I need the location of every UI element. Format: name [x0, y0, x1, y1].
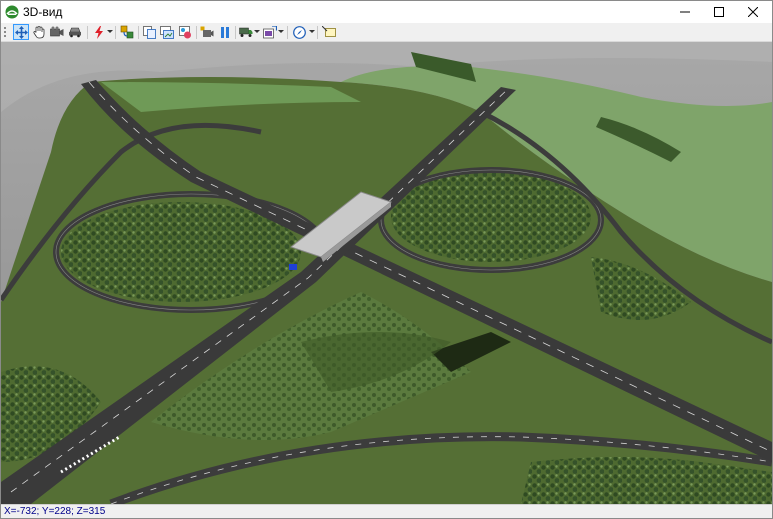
lightning-button[interactable] — [91, 24, 107, 40]
screenshot-icon — [160, 25, 174, 39]
record-icon — [200, 26, 214, 37]
toolbar — [1, 23, 772, 42]
3d-viewport[interactable] — [1, 42, 772, 504]
palette-icon — [178, 25, 191, 38]
export-button[interactable] — [262, 24, 278, 40]
comment-icon — [322, 25, 336, 37]
window-title: 3D-вид — [23, 5, 63, 19]
camera-button[interactable] — [49, 24, 65, 40]
toolbar-separator — [317, 26, 318, 39]
maximize-button[interactable] — [702, 1, 736, 23]
minimize-icon — [680, 11, 690, 13]
export-icon — [263, 25, 277, 38]
pan-button[interactable] — [13, 24, 29, 40]
toolbar-separator — [138, 26, 139, 39]
close-button[interactable] — [736, 1, 770, 23]
comment-button[interactable] — [321, 24, 337, 40]
car-icon — [69, 27, 81, 38]
toolbar-grip[interactable] — [4, 27, 6, 38]
palette-button[interactable] — [177, 24, 193, 40]
3d-view-window: 3D-вид X=-732; Y=228; Z=315 — [0, 0, 773, 519]
camera-icon — [50, 26, 64, 37]
toolbar-separator — [196, 26, 197, 39]
export-dropdown-arrow[interactable] — [278, 30, 284, 33]
record-button[interactable] — [199, 24, 215, 40]
maximize-icon — [714, 7, 724, 17]
compass-dropdown-arrow[interactable] — [309, 30, 315, 33]
car-button[interactable] — [67, 24, 83, 40]
coordinates-readout: X=-732; Y=228; Z=315 — [4, 506, 106, 517]
toolbar-separator — [235, 26, 236, 39]
hand-icon — [33, 25, 45, 38]
loop-forest-right — [391, 172, 591, 262]
route-button[interactable] — [119, 24, 135, 40]
minimize-button[interactable] — [668, 1, 702, 23]
toolbar-separator — [115, 26, 116, 39]
status-bar: X=-732; Y=228; Z=315 — [1, 504, 772, 518]
truck-icon — [239, 27, 253, 37]
pause-icon — [221, 26, 229, 38]
pause-button[interactable] — [217, 24, 233, 40]
compass-icon — [292, 25, 306, 39]
pan-arrows-icon — [14, 25, 28, 39]
lightning-dropdown-arrow[interactable] — [107, 30, 113, 33]
title-bar[interactable]: 3D-вид — [1, 1, 772, 23]
app-icon — [5, 5, 19, 19]
route-icon — [120, 25, 134, 39]
truck-button[interactable] — [238, 24, 254, 40]
close-icon — [748, 7, 758, 17]
vehicle — [289, 264, 297, 270]
copy-view-icon — [142, 25, 156, 39]
screenshot-button[interactable] — [159, 24, 175, 40]
compass-button[interactable] — [291, 24, 307, 40]
truck-dropdown-arrow[interactable] — [254, 30, 260, 33]
hand-button[interactable] — [31, 24, 47, 40]
toolbar-separator — [287, 26, 288, 39]
lightning-icon — [95, 25, 103, 39]
copy-view-button[interactable] — [141, 24, 157, 40]
terrain-scene[interactable] — [1, 42, 772, 504]
toolbar-separator — [87, 26, 88, 39]
